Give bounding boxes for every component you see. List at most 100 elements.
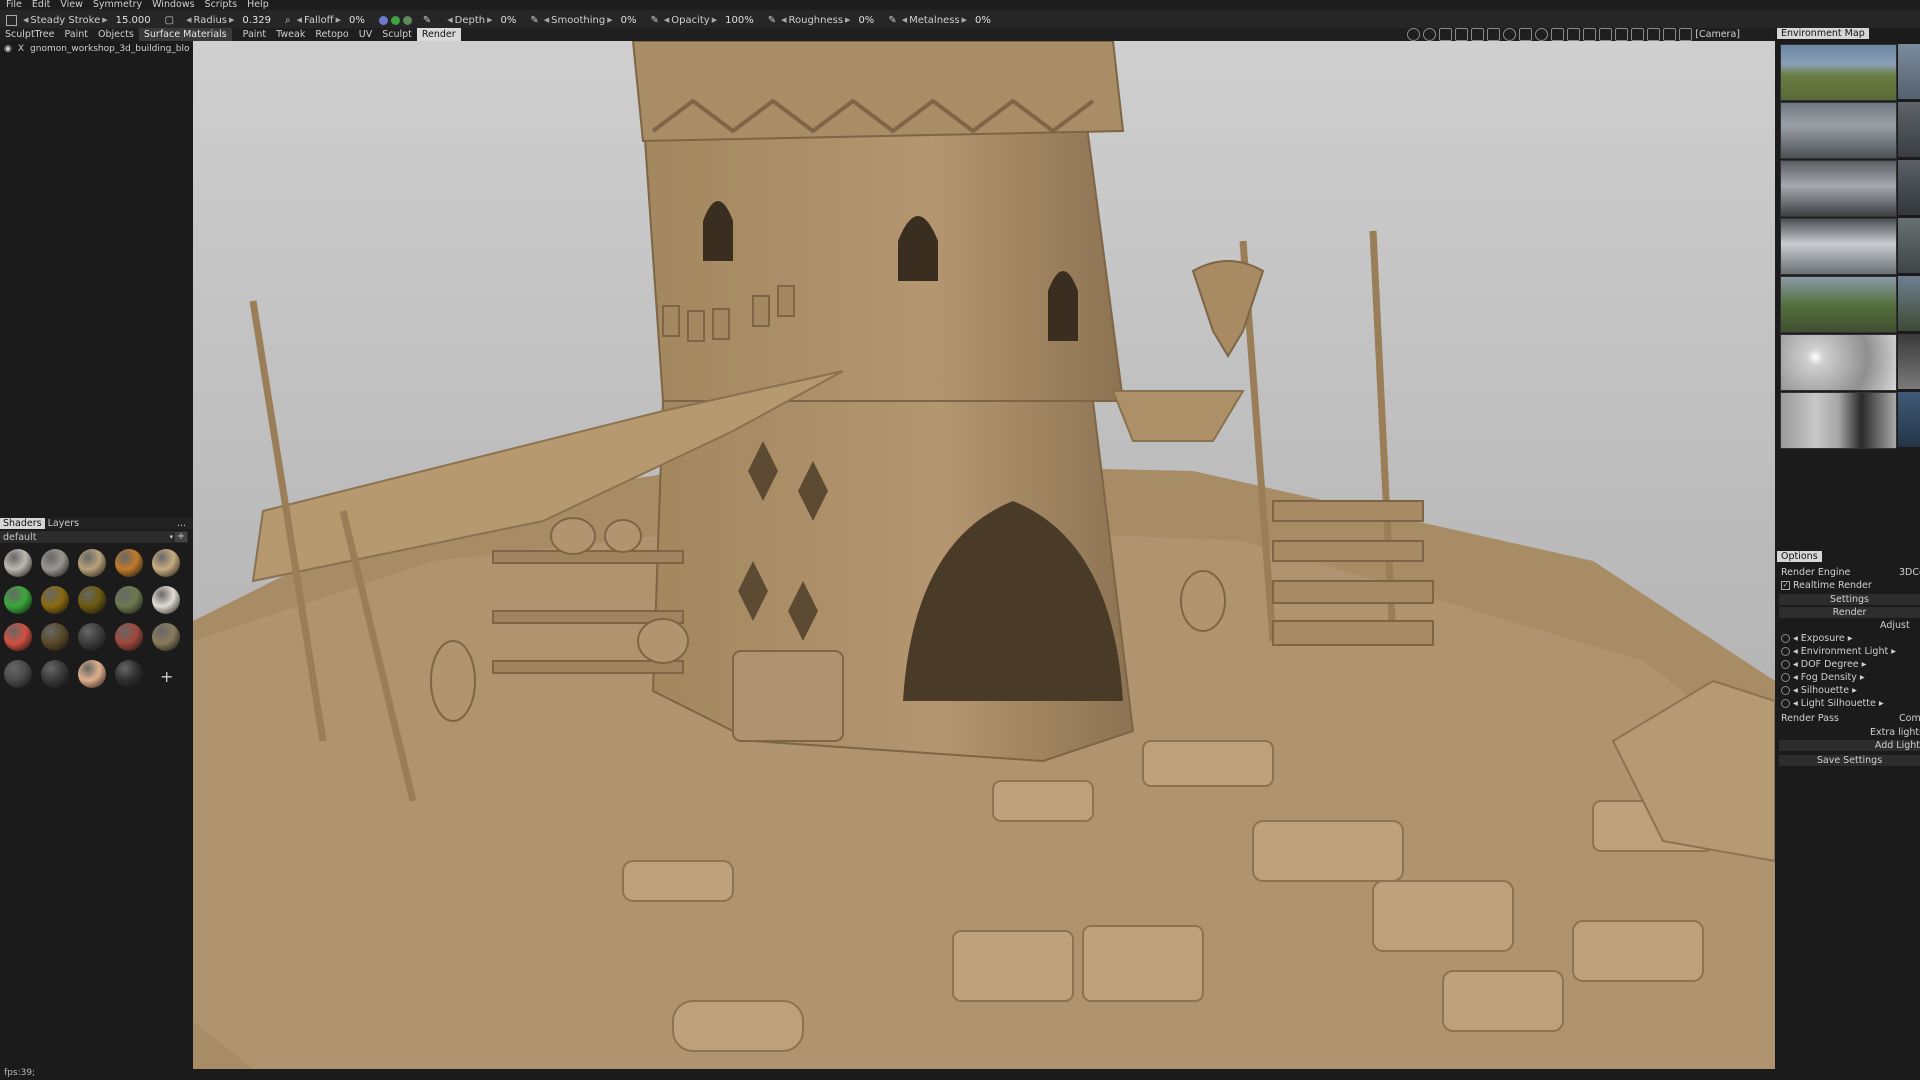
- opacity-value[interactable]: 100%: [725, 15, 754, 26]
- smoothing-control[interactable]: ✎ ◀ Smoothing ▶ 0%: [530, 15, 636, 26]
- env-thumbnail-partial[interactable]: [1898, 334, 1920, 389]
- param-exposure[interactable]: ◂ Exposure ▸: [1781, 633, 1853, 644]
- viewport[interactable]: [193, 41, 1775, 1069]
- tab-surface-materials[interactable]: Surface Materials: [138, 28, 232, 41]
- menu-file[interactable]: File: [6, 0, 22, 10]
- dot-icon[interactable]: [1781, 673, 1790, 682]
- tab-environment-map[interactable]: Environment Map: [1777, 28, 1869, 39]
- shader-swatch[interactable]: [41, 586, 69, 614]
- grid-icon[interactable]: [1455, 28, 1469, 41]
- roughness-value[interactable]: 0%: [858, 15, 874, 26]
- share-icon[interactable]: [1551, 28, 1565, 41]
- shader-swatch[interactable]: [41, 660, 69, 688]
- param-fog-density[interactable]: ◂ Fog Density ▸: [1781, 672, 1865, 683]
- more-icon[interactable]: ...: [174, 518, 189, 529]
- falloff-value[interactable]: 0%: [349, 15, 365, 26]
- radius-control[interactable]: ▢ ◀ Radius ▶ 0.329: [165, 15, 271, 26]
- dot-icon[interactable]: [1781, 634, 1790, 643]
- tab-sculpttree[interactable]: SculptTree: [0, 28, 59, 41]
- camera-label[interactable]: [Camera]: [1695, 29, 1740, 40]
- param-silhouette[interactable]: ◂ Silhouette ▸: [1781, 685, 1857, 696]
- axis-icon[interactable]: [1647, 28, 1661, 41]
- depth-control[interactable]: ◀ Depth ▶ 0%: [445, 15, 516, 26]
- settings-button[interactable]: Settings: [1779, 594, 1920, 605]
- shader-swatch[interactable]: [4, 549, 32, 577]
- shader-swatch[interactable]: [152, 586, 180, 614]
- stroke-value[interactable]: 15.000: [116, 15, 151, 26]
- tab-uv[interactable]: UV: [354, 28, 377, 41]
- shader-swatch[interactable]: [115, 660, 143, 688]
- menu-edit[interactable]: Edit: [32, 0, 50, 10]
- fit-icon[interactable]: [1567, 28, 1581, 41]
- shield-icon[interactable]: [1615, 28, 1629, 41]
- env-thumbnail-partial[interactable]: [1898, 102, 1920, 157]
- env-thumbnail[interactable]: [1780, 102, 1897, 159]
- tab-layers[interactable]: Layers: [45, 518, 82, 529]
- render-engine-value[interactable]: 3DCo: [1899, 567, 1920, 578]
- env-thumbnail[interactable]: [1780, 218, 1897, 275]
- shader-swatch[interactable]: [115, 549, 143, 577]
- sculpt-tree-row[interactable]: ◉ X gnomon_workshop_3d_building_blo: [0, 43, 193, 55]
- eye-icon[interactable]: ◉: [4, 44, 12, 54]
- metalness-value[interactable]: 0%: [975, 15, 991, 26]
- save-settings-button[interactable]: Save Settings: [1779, 755, 1920, 766]
- tab-render[interactable]: Render: [416, 28, 461, 41]
- env-thumbnail[interactable]: [1780, 160, 1897, 217]
- tab-tweak[interactable]: Tweak: [271, 28, 310, 41]
- shader-swatch[interactable]: [152, 623, 180, 651]
- perspective-icon[interactable]: [1583, 28, 1597, 41]
- render-pass-value[interactable]: Com: [1899, 713, 1920, 724]
- depth-value[interactable]: 0%: [500, 15, 516, 26]
- env-thumbnail[interactable]: [1780, 44, 1897, 101]
- env-thumbnail-partial[interactable]: [1898, 218, 1920, 273]
- tab-retopo[interactable]: Retopo: [310, 28, 353, 41]
- shader-swatch[interactable]: [78, 623, 106, 651]
- shader-swatch[interactable]: [41, 549, 69, 577]
- menu-help[interactable]: Help: [247, 0, 269, 10]
- env-thumbnail[interactable]: [1780, 334, 1897, 391]
- move-icon[interactable]: [1487, 28, 1501, 41]
- home-icon[interactable]: [1599, 28, 1613, 41]
- zoom-icon[interactable]: [1535, 28, 1549, 41]
- green-ball-icon[interactable]: [390, 15, 400, 25]
- realtime-render-row[interactable]: ✓ Realtime Render: [1781, 580, 1872, 591]
- tab-sculpt[interactable]: Sculpt: [377, 28, 417, 41]
- dot-icon[interactable]: [1781, 647, 1790, 656]
- dot-icon[interactable]: [1781, 660, 1790, 669]
- wireframe-icon[interactable]: [1631, 28, 1645, 41]
- rotate-icon[interactable]: [1503, 28, 1517, 41]
- menu-symmetry[interactable]: Symmetry: [93, 0, 142, 10]
- env-thumbnail-partial[interactable]: [1898, 44, 1920, 99]
- add-preset-icon[interactable]: +: [175, 532, 187, 542]
- shader-swatch[interactable]: [4, 660, 32, 688]
- shader-swatch[interactable]: [78, 660, 106, 688]
- render-button[interactable]: Render: [1779, 607, 1920, 618]
- shader-swatch[interactable]: [152, 549, 180, 577]
- menu-view[interactable]: View: [60, 0, 83, 10]
- tab-paint[interactable]: Paint: [238, 28, 272, 41]
- dot-icon[interactable]: [1781, 699, 1790, 708]
- contrast-icon[interactable]: [1407, 28, 1421, 41]
- menu-windows[interactable]: Windows: [152, 0, 194, 10]
- shader-swatch[interactable]: [78, 549, 106, 577]
- cube-icon[interactable]: [1471, 28, 1485, 41]
- env-thumbnail-partial[interactable]: [1898, 276, 1920, 331]
- camera-icon[interactable]: [1679, 28, 1693, 41]
- opacity-control[interactable]: ✎ ◀ Opacity ▶ 100%: [650, 15, 753, 26]
- gray-ball-icon[interactable]: [402, 15, 412, 25]
- shader-swatch[interactable]: [4, 586, 32, 614]
- tab-objects[interactable]: Objects: [93, 28, 139, 41]
- blue-ball-icon[interactable]: [378, 15, 388, 25]
- roughness-control[interactable]: ✎ ◀ Roughness ▶ 0%: [768, 15, 875, 26]
- shader-swatch[interactable]: [115, 586, 143, 614]
- param-environment-light[interactable]: ◂ Environment Light ▸: [1781, 646, 1896, 657]
- shader-swatch[interactable]: [78, 586, 106, 614]
- shader-swatch[interactable]: [41, 623, 69, 651]
- dot-icon[interactable]: [1781, 686, 1790, 695]
- env-thumbnail[interactable]: [1780, 392, 1897, 449]
- pan-icon[interactable]: [1519, 28, 1533, 41]
- smoothing-value[interactable]: 0%: [621, 15, 637, 26]
- light-icon[interactable]: [1423, 28, 1437, 41]
- add-light-button[interactable]: Add Light: [1779, 740, 1920, 751]
- shader-preset-select[interactable]: default ▾ +: [0, 531, 188, 543]
